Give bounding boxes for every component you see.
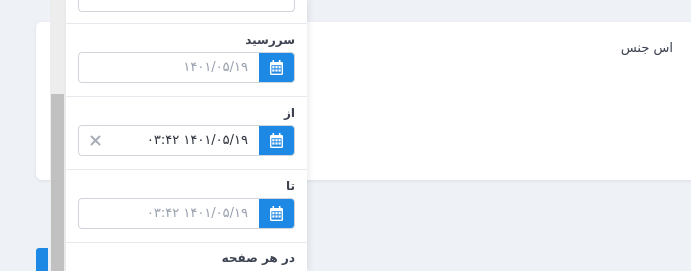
divider: [66, 169, 307, 170]
from-label: از: [283, 106, 295, 120]
background-card-title: اس جنس: [620, 41, 673, 56]
due-date-field[interactable]: ۱۴۰۱/۰۵/۱۹: [78, 52, 295, 83]
divider: [66, 242, 307, 243]
calendar-icon: [270, 60, 283, 75]
from-date-field[interactable]: ۱۴۰۱/۰۵/۱۹ ۰۳:۴۲: [78, 125, 295, 156]
clear-from-button[interactable]: [88, 133, 102, 147]
per-page-label: در هر صفحه: [221, 251, 295, 265]
to-date-field[interactable]: ۱۴۰۱/۰۵/۱۹ ۰۳:۴۲: [78, 198, 295, 229]
to-calendar-button[interactable]: [259, 199, 294, 228]
from-calendar-button[interactable]: [259, 126, 294, 155]
due-date-label: سررسید: [245, 33, 295, 47]
blue-button-edge[interactable]: [36, 248, 48, 271]
filter-panel: سررسید ۱۴۰۱/۰۵/۱۹ از ۱۴۰۱/۰۵/۱۹ ۰۳:۴۲ تا…: [66, 0, 307, 271]
due-date-calendar-button[interactable]: [259, 53, 294, 82]
to-label: تا: [285, 179, 295, 193]
to-date-placeholder: ۱۴۰۱/۰۵/۱۹ ۰۳:۴۲: [146, 206, 248, 221]
due-date-placeholder: ۱۴۰۱/۰۵/۱۹: [183, 60, 248, 75]
divider: [66, 23, 307, 24]
top-input-field[interactable]: [78, 0, 295, 12]
divider: [66, 96, 307, 97]
close-icon: [90, 135, 100, 145]
scrollbar-thumb[interactable]: [51, 94, 64, 271]
from-date-value: ۱۴۰۱/۰۵/۱۹ ۰۳:۴۲: [146, 133, 248, 148]
calendar-icon: [270, 133, 283, 148]
calendar-icon: [270, 206, 283, 221]
